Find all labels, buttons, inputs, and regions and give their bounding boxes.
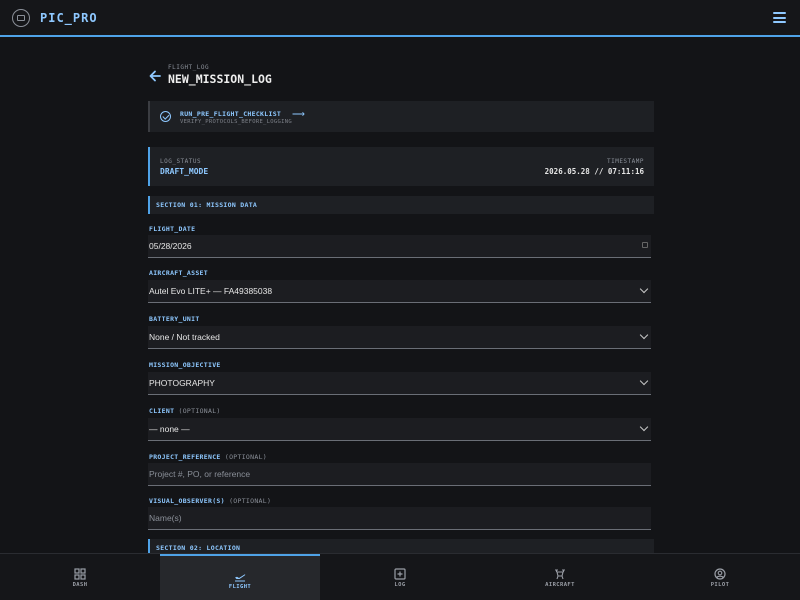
hamburger-menu-icon[interactable] <box>773 12 786 24</box>
nav-item-pilot[interactable]: PILOT <box>640 554 800 600</box>
client-select[interactable]: — none — <box>148 418 651 441</box>
nav-item-dash[interactable]: DASH <box>0 554 160 600</box>
section-header-location: SECTION 02: LOCATION <box>148 539 654 553</box>
arrow-right-icon: ⟶ <box>292 109 305 119</box>
visual-observers-input[interactable]: Name(s) <box>148 507 651 530</box>
log-status-label: LOG_STATUS <box>160 158 202 165</box>
nav-label: AIRCRAFT <box>545 582 575 588</box>
project-reference-label: PROJECT_REFERENCE (OPTIONAL) <box>149 453 267 461</box>
timestamp-label: TIMESTAMP <box>606 158 644 165</box>
nav-label: FLIGHT <box>228 584 252 590</box>
chevron-down-icon <box>639 422 649 432</box>
bottom-nav: DASH FLIGHT LOG AIRCRAFT PILOT <box>0 553 800 600</box>
nav-item-flight[interactable]: FLIGHT <box>160 554 320 600</box>
nav-label: PILOT <box>710 582 730 588</box>
aircraft-asset-label: AIRCRAFT_ASSET <box>149 269 208 277</box>
main-content: FLIGHT_LOG NEW_MISSION_LOG RUN_PRE_FLIGH… <box>148 38 654 553</box>
section-title: SECTION 02: LOCATION <box>156 544 241 552</box>
log-status-value: DRAFT_MODE <box>160 167 209 176</box>
page-title: NEW_MISSION_LOG <box>168 72 272 86</box>
nav-label: LOG <box>394 582 406 588</box>
battery-unit-label: BATTERY_UNIT <box>149 315 200 323</box>
log-status-panel: LOG_STATUS DRAFT_MODE TIMESTAMP 2026.05.… <box>148 147 654 186</box>
chevron-down-icon <box>639 284 649 294</box>
mission-objective-select[interactable]: PHOTOGRAPHY <box>148 372 651 395</box>
mission-objective-label: MISSION_OBJECTIVE <box>149 361 221 369</box>
back-arrow-icon[interactable] <box>148 69 162 83</box>
flight-date-value: 05/28/2026 <box>149 241 192 251</box>
aircraft-asset-select[interactable]: Autel Evo LITE+ — FA49385038 <box>148 280 651 303</box>
battery-unit-value: None / Not tracked <box>149 332 220 342</box>
flight-date-input[interactable]: 05/28/2026 <box>148 235 651 258</box>
battery-unit-select[interactable]: None / Not tracked <box>148 326 651 349</box>
user-circle-icon <box>714 568 726 580</box>
project-reference-placeholder: Project #, PO, or reference <box>149 469 251 479</box>
optional-tag: (OPTIONAL) <box>224 453 267 461</box>
calendar-icon[interactable] <box>642 242 648 248</box>
shield-drone-logo-icon <box>12 9 30 27</box>
nav-item-log[interactable]: LOG <box>320 554 480 600</box>
check-circle-icon <box>160 111 171 122</box>
client-value: — none — <box>149 424 190 434</box>
plane-takeoff-icon <box>235 574 246 582</box>
breadcrumb: FLIGHT_LOG <box>168 64 210 71</box>
timestamp-value: 2026.05.28 // 07:11:16 <box>544 167 644 176</box>
nav-label: DASH <box>72 582 88 588</box>
optional-tag: (OPTIONAL) <box>229 497 272 505</box>
project-reference-input[interactable]: Project #, PO, or reference <box>148 463 651 486</box>
app-title: PIC_PRO <box>40 11 98 25</box>
visual-observers-placeholder: Name(s) <box>149 513 182 523</box>
section-header-mission-data: SECTION 01: MISSION DATA <box>148 196 654 214</box>
section-title: SECTION 01: MISSION DATA <box>156 201 258 209</box>
client-label: CLIENT (OPTIONAL) <box>149 407 221 415</box>
app-header: PIC_PRO <box>0 0 800 37</box>
drone-icon <box>555 569 565 580</box>
mission-objective-value: PHOTOGRAPHY <box>149 378 215 388</box>
pre-flight-checklist-button[interactable]: RUN_PRE_FLIGHT_CHECKLIST ⟶ VERIFY_PROTOC… <box>148 101 654 132</box>
checklist-title: RUN_PRE_FLIGHT_CHECKLIST <box>180 110 282 118</box>
chevron-down-icon <box>639 376 649 386</box>
aircraft-asset-value: Autel Evo LITE+ — FA49385038 <box>149 286 273 296</box>
nav-item-aircraft[interactable]: AIRCRAFT <box>480 554 640 600</box>
checklist-subtitle: VERIFY_PROTOCOLS_BEFORE_LOGGING <box>180 119 292 125</box>
chevron-down-icon <box>639 330 649 340</box>
visual-observers-label: VISUAL_OBSERVER(S) (OPTIONAL) <box>149 497 272 505</box>
plus-square-icon <box>394 568 406 580</box>
grid-icon <box>74 568 86 580</box>
flight-date-label: FLIGHT_DATE <box>149 225 196 233</box>
optional-tag: (OPTIONAL) <box>178 407 221 415</box>
